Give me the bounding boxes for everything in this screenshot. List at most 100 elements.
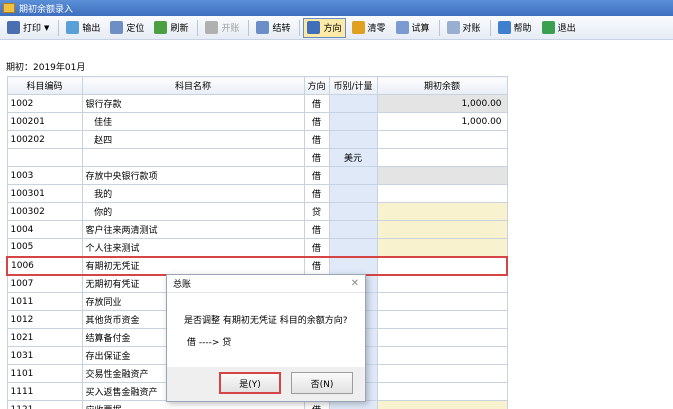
cell-opening-balance[interactable] [376, 220, 508, 239]
toolbar-label: 定位 [126, 24, 145, 34]
cell-account-name[interactable]: 银行存款 [81, 94, 305, 113]
table-row[interactable]: 100202 赵四借 [6, 130, 508, 149]
cell-account-code[interactable]: 100201 [6, 112, 83, 131]
cell-account-name[interactable] [81, 148, 305, 167]
cell-opening-balance[interactable] [376, 310, 508, 329]
cell-account-code[interactable] [6, 148, 83, 167]
cell-account-name[interactable]: 佳佳 [81, 112, 305, 131]
cell-account-code[interactable]: 1111 [6, 382, 83, 401]
cell-opening-balance[interactable] [376, 382, 508, 401]
cell-direction[interactable]: 借 [303, 112, 330, 131]
toolbar-printer-button[interactable]: 打印 ▼ [3, 18, 53, 38]
table-row[interactable]: 借美元 [6, 148, 508, 167]
table-row[interactable]: 1005 个人往来测试借 [6, 238, 508, 257]
toolbar-open-ledger-button[interactable]: 开账 [201, 18, 243, 38]
cell-account-code[interactable]: 1007 [6, 274, 83, 293]
cell-direction[interactable]: 借 [303, 184, 330, 203]
cell-opening-balance[interactable] [376, 184, 508, 203]
cell-currency[interactable] [328, 202, 378, 221]
cell-direction[interactable]: 借 [303, 255, 330, 276]
header-account-name[interactable]: 科目名称 [81, 76, 305, 95]
table-row[interactable]: 100301 我的借 [6, 184, 508, 203]
cell-direction[interactable]: 贷 [303, 202, 330, 221]
toolbar-carry-forward-button[interactable]: 结转 [252, 18, 294, 38]
cell-account-name[interactable]: 赵四 [81, 130, 305, 149]
cell-account-code[interactable]: 1101 [6, 364, 83, 383]
cell-opening-balance[interactable] [376, 292, 508, 311]
table-row[interactable]: 1002 银行存款借 1,000.00 [6, 94, 508, 113]
cell-opening-balance[interactable] [376, 255, 509, 276]
toolbar-help-button[interactable]: 帮助 [494, 18, 536, 38]
table-row[interactable]: 1004 客户往来两清测试借 [6, 220, 508, 239]
cell-account-code[interactable]: 1011 [6, 292, 83, 311]
cell-currency[interactable] [328, 255, 378, 276]
cell-account-code[interactable]: 1121 [6, 400, 83, 409]
toolbar-clear-button[interactable]: 清零 [348, 18, 390, 38]
cell-currency[interactable] [328, 94, 378, 113]
cell-account-name[interactable]: 存放中央银行款项 [81, 166, 305, 185]
cell-opening-balance[interactable] [376, 400, 508, 409]
cell-account-name[interactable]: 有期初无凭证 [81, 255, 305, 276]
cell-currency[interactable] [328, 130, 378, 149]
cell-opening-balance[interactable] [376, 130, 508, 149]
cell-account-name[interactable]: 我的 [81, 184, 305, 203]
cell-currency[interactable] [328, 184, 378, 203]
cell-account-code[interactable]: 100302 [6, 202, 83, 221]
cell-opening-balance[interactable] [376, 202, 508, 221]
cell-account-code[interactable]: 1005 [6, 238, 83, 257]
toolbar-reconcile-button[interactable]: 对账 [443, 18, 485, 38]
cell-account-name[interactable]: 你的 [81, 202, 305, 221]
header-currency[interactable]: 币别/计量 [328, 76, 378, 95]
cell-opening-balance[interactable] [376, 364, 508, 383]
cell-currency[interactable] [328, 220, 378, 239]
cell-currency[interactable] [328, 166, 378, 185]
table-row[interactable]: 100302 你的贷 [6, 202, 508, 221]
cell-direction[interactable]: 借 [303, 94, 330, 113]
cell-account-code[interactable]: 1004 [6, 220, 83, 239]
cell-direction[interactable]: 借 [303, 166, 330, 185]
cell-account-code[interactable]: 1002 [6, 94, 83, 113]
header-opening-balance[interactable]: 期初余额 [376, 76, 508, 95]
cell-opening-balance[interactable] [376, 274, 508, 293]
cell-opening-balance[interactable]: 1,000.00 [376, 112, 508, 131]
cell-opening-balance[interactable] [376, 346, 508, 365]
cell-account-code[interactable]: 100301 [6, 184, 83, 203]
cell-account-code[interactable]: 1031 [6, 346, 83, 365]
cell-currency[interactable] [328, 112, 378, 131]
cell-opening-balance[interactable]: 1,000.00 [376, 94, 508, 113]
cell-opening-balance[interactable] [376, 166, 508, 185]
chevron-down-icon[interactable]: ▼ [44, 24, 49, 32]
table-row[interactable]: 1006 有期初无凭证借 [6, 255, 509, 276]
cell-account-code[interactable]: 1006 [6, 255, 83, 276]
cell-account-code[interactable]: 100202 [6, 130, 83, 149]
toolbar-direction-button[interactable]: 方向 [303, 17, 346, 38]
cell-opening-balance[interactable] [376, 148, 508, 167]
toolbar-locate-button[interactable]: 定位 [106, 18, 148, 38]
table-row[interactable]: 1003 存放中央银行款项借 [6, 166, 508, 185]
cell-opening-balance[interactable] [376, 328, 508, 347]
toolbar-exit-button[interactable]: 退出 [538, 18, 580, 38]
table-row[interactable]: 100201 佳佳借 1,000.00 [6, 112, 508, 131]
cell-account-name[interactable]: 客户往来两清测试 [81, 220, 305, 239]
header-account-code[interactable]: 科目编码 [6, 76, 83, 95]
no-button[interactable]: 否(N) [291, 372, 353, 394]
close-icon[interactable]: ✕ [351, 278, 359, 289]
toolbar-export-button[interactable]: 输出 [62, 18, 104, 38]
toolbar-refresh-button[interactable]: 刷新 [150, 18, 192, 38]
cell-opening-balance[interactable] [376, 238, 508, 257]
cell-direction[interactable]: 借 [303, 148, 330, 167]
printer-icon [7, 21, 20, 34]
cell-account-code[interactable]: 1021 [6, 328, 83, 347]
cell-account-name[interactable]: 个人往来测试 [81, 238, 305, 257]
cell-currency[interactable] [328, 238, 378, 257]
cell-direction[interactable]: 借 [303, 238, 330, 257]
cell-direction[interactable]: 借 [303, 130, 330, 149]
yes-button[interactable]: 是(Y) [219, 372, 281, 394]
cell-currency[interactable]: 美元 [328, 148, 378, 167]
cell-account-code[interactable]: 1012 [6, 310, 83, 329]
trial-balance-icon [395, 21, 409, 34]
toolbar-trial-balance-button[interactable]: 试算 [392, 18, 434, 38]
cell-direction[interactable]: 借 [303, 220, 330, 239]
header-direction[interactable]: 方向 [303, 76, 330, 95]
cell-account-code[interactable]: 1003 [6, 166, 83, 185]
